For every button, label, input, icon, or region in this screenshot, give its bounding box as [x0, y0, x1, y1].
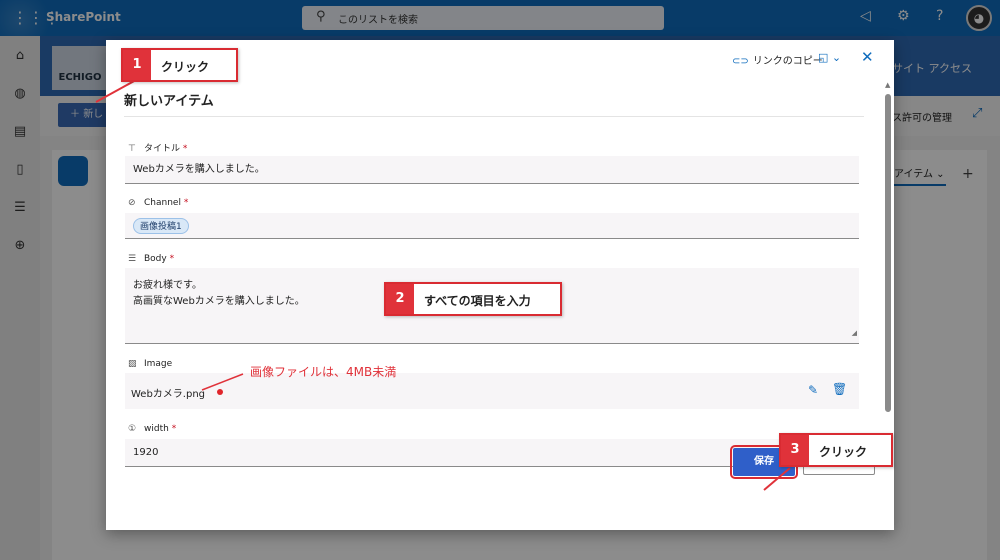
step-number: 1 — [123, 50, 151, 80]
title-input[interactable]: Webカメラを購入しました。 — [125, 156, 859, 184]
step-number: 3 — [781, 435, 809, 465]
scroll-up-icon[interactable]: ▲ — [885, 81, 890, 89]
image-icon: ▨ — [128, 359, 137, 369]
required-mark: * — [169, 254, 175, 264]
copy-link-button[interactable]: ⊂⊃ リンクのコピー — [732, 52, 823, 67]
annotation-dot — [217, 389, 223, 395]
width-label-text: width — [144, 424, 169, 434]
channel-tag[interactable]: 画像投稿1 — [133, 218, 189, 234]
delete-icon[interactable]: 🗑 — [832, 382, 847, 396]
number-icon: ① — [128, 424, 137, 434]
body-label-text: Body — [144, 254, 167, 264]
callout-step-1: 1 クリック — [121, 48, 238, 82]
resize-handle-icon[interactable]: ◢ — [852, 325, 857, 341]
link-icon: ⊂⊃ — [732, 56, 749, 67]
dialog-title: 新しいアイテム — [124, 94, 214, 109]
channel-field-label: ⊘ Channel * — [128, 198, 188, 208]
required-mark: * — [182, 144, 188, 154]
channel-label-text: Channel — [144, 198, 181, 208]
callout-step-3: 3 クリック — [779, 433, 893, 467]
multiline-text-icon: ☰ — [128, 254, 137, 264]
step-text: クリック — [819, 445, 868, 459]
scrollbar-thumb[interactable] — [885, 94, 891, 412]
title-label-text: タイトル — [144, 144, 181, 154]
width-field-label: ① width * — [128, 424, 176, 434]
copy-link-label: リンクのコピー — [752, 56, 823, 67]
close-icon[interactable]: ✕ — [861, 48, 874, 66]
edit-icon[interactable]: ✎ — [808, 383, 818, 397]
required-mark: * — [171, 424, 177, 434]
image-attachment: Webカメラ.png ✎ 🗑 — [125, 373, 859, 409]
channel-select[interactable]: 画像投稿1 — [125, 213, 859, 239]
step-number: 2 — [386, 284, 414, 314]
choice-icon: ⊘ — [128, 198, 136, 208]
body-field-label: ☰ Body * — [128, 254, 174, 264]
divider — [124, 116, 864, 117]
required-mark: * — [183, 198, 189, 208]
title-field-label: ⊤ タイトル * — [128, 141, 187, 154]
image-file-name[interactable]: Webカメラ.png — [131, 385, 205, 400]
step-text: すべての項目を入力 — [424, 294, 531, 308]
callout-step-2: 2 すべての項目を入力 — [384, 282, 562, 316]
image-size-note: 画像ファイルは、4MB未満 — [250, 365, 397, 379]
step-text: クリック — [161, 60, 210, 74]
image-field-label: ▨ Image — [128, 359, 172, 369]
text-field-icon: ⊤ — [128, 144, 136, 154]
form-options-icon[interactable]: ◱ ⌄ — [818, 51, 841, 64]
image-label-text: Image — [144, 359, 173, 369]
